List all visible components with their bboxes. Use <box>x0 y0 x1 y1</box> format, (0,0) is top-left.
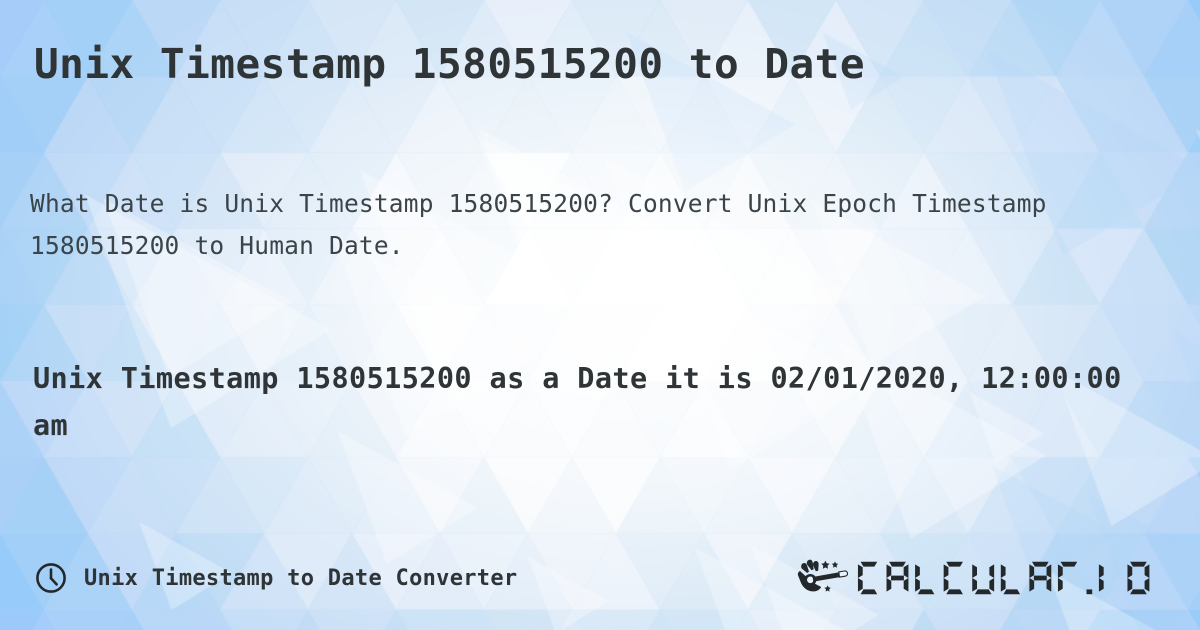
brand-logo[interactable] <box>794 558 1158 598</box>
footer: Unix Timestamp to Date Converter <box>0 554 1200 602</box>
page-container: Unix Timestamp 1580515200 to Date What D… <box>0 0 1200 630</box>
clock-icon <box>34 561 68 595</box>
page-description: What Date is Unix Timestamp 1580515200? … <box>30 189 1047 260</box>
page-title: Unix Timestamp 1580515200 to Date <box>34 40 866 88</box>
magic-wand-hand-icon <box>794 558 849 598</box>
footer-branding-left: Unix Timestamp to Date Converter <box>34 561 517 595</box>
footer-label: Unix Timestamp to Date Converter <box>84 565 518 591</box>
conversion-result: Unix Timestamp 1580515200 as a Date it i… <box>33 362 1122 442</box>
brand-wordmark <box>856 558 1158 598</box>
